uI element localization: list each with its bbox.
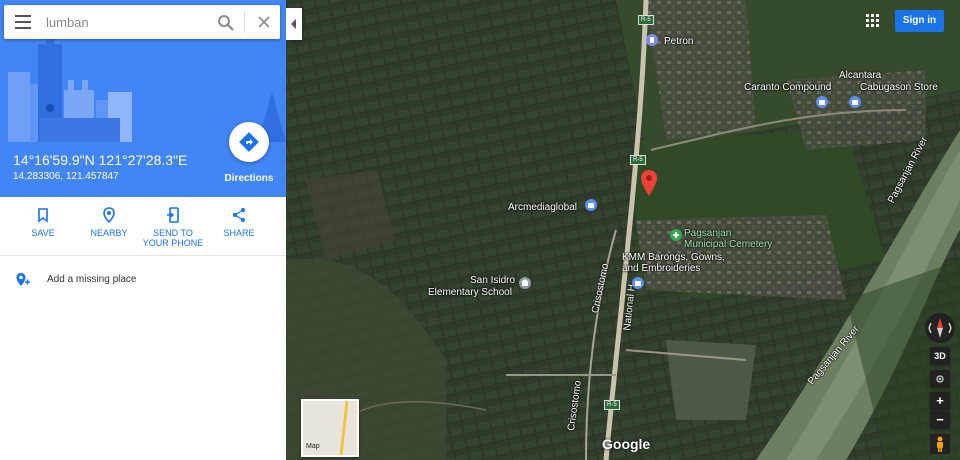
3d-toggle-button[interactable]: 3D [930, 347, 950, 365]
pegman-icon[interactable] [930, 434, 950, 454]
directions-button[interactable] [229, 122, 269, 162]
school-pin-icon[interactable] [519, 277, 531, 289]
zoom-in-button[interactable]: + [930, 392, 950, 410]
zoom-out-button[interactable]: − [930, 411, 950, 429]
caranto-pin-icon[interactable] [816, 96, 828, 108]
compass-control[interactable] [925, 313, 955, 343]
directions-label[interactable]: Directions [220, 173, 278, 184]
add-missing-place-label: Add a missing place [47, 274, 137, 285]
send-to-phone-label: SEND TO YOUR PHONE [142, 228, 204, 248]
chevron-left-icon [291, 19, 296, 29]
route-shield-r5-south: R-5 [604, 400, 620, 410]
coordinates-decimal: 14.283306, 121.457847 [13, 171, 119, 182]
satellite-imagery[interactable] [286, 0, 960, 460]
map-label-cabugason[interactable]: Cabugason Store [860, 82, 938, 93]
kmm-pin-icon[interactable] [632, 277, 644, 289]
add-missing-place[interactable]: Add a missing place [0, 266, 286, 294]
cemetery-pin-icon[interactable] [670, 229, 682, 241]
side-panel: Directions 14°16'59.9"N 121°27'28.3"E 14… [0, 0, 286, 460]
map-label-cemetery-line1[interactable]: Pagsanjan [684, 228, 731, 239]
map-label-kmm-line2[interactable]: and Embroideries [622, 263, 700, 274]
save-label: SAVE [31, 228, 55, 238]
nearby-button[interactable]: NEARBY [77, 207, 141, 238]
menu-icon[interactable] [12, 13, 36, 31]
map-type-toggle[interactable]: Map [301, 399, 359, 457]
share-label: SHARE [223, 228, 255, 238]
compass-icon [928, 318, 952, 338]
coordinates-dms: 14°16'59.9"N 121°27'28.3"E [13, 152, 188, 168]
nearby-label: NEARBY [90, 228, 128, 238]
map-label-kmm-line1[interactable]: KMM Barongs, Gowns, [622, 252, 725, 263]
map-label-arcmedia[interactable]: Arcmediaglobal [508, 202, 577, 213]
minimap-label: Map [306, 443, 320, 450]
close-icon[interactable] [256, 14, 272, 30]
store-pin-icon[interactable] [849, 96, 861, 108]
satellite-map[interactable]: Petron Alcantara Caranto Compound Cabuga… [286, 0, 960, 460]
route-shield-r5-middle: R-5 [630, 155, 646, 165]
place-hero: Directions 14°16'59.9"N 121°27'28.3"E 14… [0, 0, 286, 197]
map-label-cemetery-line2[interactable]: Municipal Cemetery [684, 239, 772, 250]
send-to-phone-button[interactable]: SEND TO YOUR PHONE [141, 207, 205, 248]
gas-station-icon[interactable] [646, 34, 658, 46]
add-place-icon [16, 273, 30, 286]
share-button[interactable]: SHARE [207, 207, 271, 238]
collapse-panel-button[interactable] [286, 8, 302, 40]
action-bar: SAVE NEARBY SEND TO YOUR PHONE SHARE [0, 197, 286, 256]
share-icon [233, 208, 245, 222]
map-label-caranto[interactable]: Caranto Compound [744, 82, 831, 93]
save-button[interactable]: SAVE [11, 207, 75, 238]
location-pin-icon[interactable] [640, 170, 658, 198]
search-box [4, 5, 280, 39]
nearby-icon [103, 207, 115, 223]
bookmark-icon [38, 208, 48, 223]
sign-in-button[interactable]: Sign in [895, 10, 944, 32]
map-label-san-isidro-line2[interactable]: Elementary School [428, 287, 512, 298]
map-label-san-isidro-line1[interactable]: San Isidro [470, 275, 515, 286]
arcmedia-pin-icon[interactable] [585, 199, 597, 211]
google-logo: Google [602, 436, 651, 452]
map-label-alcantara[interactable]: Alcantara [839, 70, 881, 81]
map-label-petron[interactable]: Petron [664, 36, 693, 47]
apps-grid-icon[interactable] [866, 14, 880, 28]
search-input[interactable] [46, 11, 206, 33]
directions-icon [239, 132, 259, 152]
my-location-button[interactable] [930, 370, 950, 388]
search-icon[interactable] [216, 13, 236, 33]
send-to-phone-icon [167, 207, 179, 223]
search-divider [244, 11, 245, 33]
route-shield-r5-north: R-5 [638, 15, 654, 25]
my-location-icon [936, 375, 944, 383]
